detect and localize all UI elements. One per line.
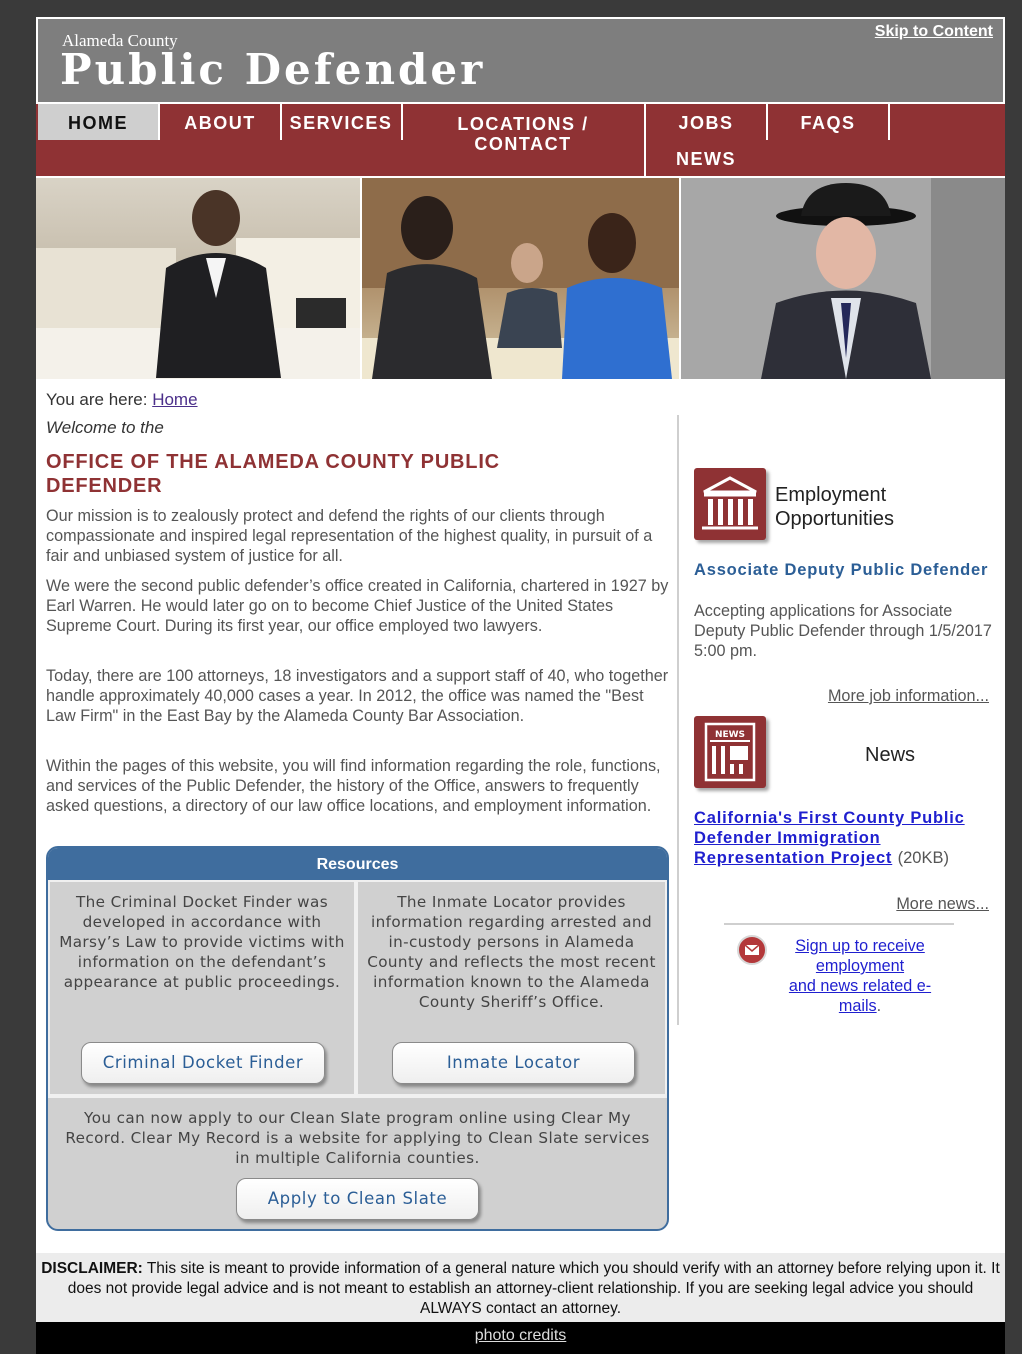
disclaimer-label: DISCLAIMER: [41, 1260, 143, 1277]
mission-paragraph: Our mission is to zealously protect and … [46, 507, 653, 565]
nav-news[interactable]: NEWS [646, 140, 766, 176]
site-header: Alameda County Public Defender Skip to C… [36, 17, 1005, 104]
clean-slate-text: You can now apply to our Clean Slate pro… [65, 1109, 650, 1167]
breadcrumb-prefix: You are here: [46, 390, 148, 409]
staff-paragraph: Today, there are 100 attorneys, 18 inves… [46, 667, 669, 725]
resources-panel: Resources The Criminal Docket Finder was… [46, 846, 669, 1231]
email-icon [737, 935, 767, 965]
docket-finder-text: The Criminal Docket Finder was developed… [59, 893, 345, 991]
news-heading: News [865, 744, 916, 766]
nav-about[interactable]: ABOUT [160, 104, 280, 140]
breadcrumb-home-link[interactable]: Home [152, 390, 197, 409]
page: Alameda County Public Defender Skip to C… [36, 17, 1005, 1354]
main-nav: HOME ABOUT SERVICES LOCATIONS / CONTACT … [36, 104, 1005, 176]
newspaper-icon: NEWS [694, 716, 766, 788]
nav-locations-contact[interactable]: LOCATIONS / CONTACT [403, 114, 643, 154]
employment-heading: Employment Opportunities [775, 483, 894, 531]
website-info-paragraph: Within the pages of this website, you wi… [46, 757, 661, 815]
docket-finder-section: The Criminal Docket Finder was developed… [48, 880, 356, 1096]
disclaimer-text: This site is meant to provide informatio… [67, 1260, 1000, 1317]
page-title: OFFICE OF THE ALAMEDA COUNTY PUBLIC DEFE… [46, 451, 500, 497]
photo-client-meeting [360, 178, 679, 379]
more-news-link[interactable]: More news... [896, 895, 989, 914]
photo-strip [36, 178, 1005, 379]
nav-services[interactable]: SERVICES [282, 104, 400, 140]
job-description: Accepting applications for Associate Dep… [694, 602, 992, 660]
photo-public-defender [679, 178, 1005, 379]
employment-heading-line1: Employment [775, 484, 887, 506]
inmate-locator-button[interactable]: Inmate Locator [392, 1042, 635, 1084]
nav-separator [888, 104, 890, 140]
signup-link-line2[interactable]: and news related e-mails [789, 977, 931, 1015]
column-divider [677, 415, 679, 1025]
more-job-info-link[interactable]: More job information... [828, 687, 989, 706]
signup-link-line1[interactable]: Sign up to receive employment [795, 937, 925, 975]
inmate-locator-section: The Inmate Locator provides information … [356, 880, 667, 1096]
footer-bar: photo credits [36, 1322, 1005, 1354]
resources-heading: Resources [48, 848, 667, 880]
news-item: California's First County Public Defende… [694, 808, 994, 868]
agency-name[interactable]: Public Defender [60, 45, 485, 94]
disclaimer: DISCLAIMER: This site is meant to provid… [36, 1253, 1005, 1322]
job-title-link[interactable]: Associate Deputy Public Defender [694, 560, 994, 580]
criminal-docket-finder-button[interactable]: Criminal Docket Finder [81, 1042, 325, 1084]
photo-attorney-desk [36, 178, 360, 379]
nav-jobs[interactable]: JOBS [646, 104, 766, 140]
nav-locations-label: LOCATIONS / [457, 114, 589, 134]
courthouse-icon [694, 468, 766, 540]
nav-faqs[interactable]: FAQS [768, 104, 888, 140]
employment-heading-line2: Opportunities [775, 508, 894, 530]
skip-to-content-link[interactable]: Skip to Content [875, 23, 993, 41]
apply-clean-slate-button[interactable]: Apply to Clean Slate [236, 1178, 479, 1220]
welcome-text: Welcome to the [46, 418, 164, 437]
inmate-locator-text: The Inmate Locator provides information … [367, 893, 656, 1011]
clean-slate-section: You can now apply to our Clean Slate pro… [48, 1096, 667, 1229]
history-paragraph: We were the second public defender’s off… [46, 577, 669, 635]
signup-suffix: . [876, 997, 882, 1015]
nav-contact-label: CONTACT [474, 134, 572, 154]
photo-credits-link[interactable]: photo credits [475, 1327, 567, 1344]
newspaper-icon-label: NEWS [715, 730, 745, 740]
breadcrumb: You are here: Home [46, 390, 198, 410]
news-file-size: (20KB) [897, 849, 949, 867]
sidebar-divider [724, 923, 954, 925]
nav-home[interactable]: HOME [38, 104, 158, 140]
signup-block: Sign up to receive employment and news r… [777, 936, 943, 1016]
